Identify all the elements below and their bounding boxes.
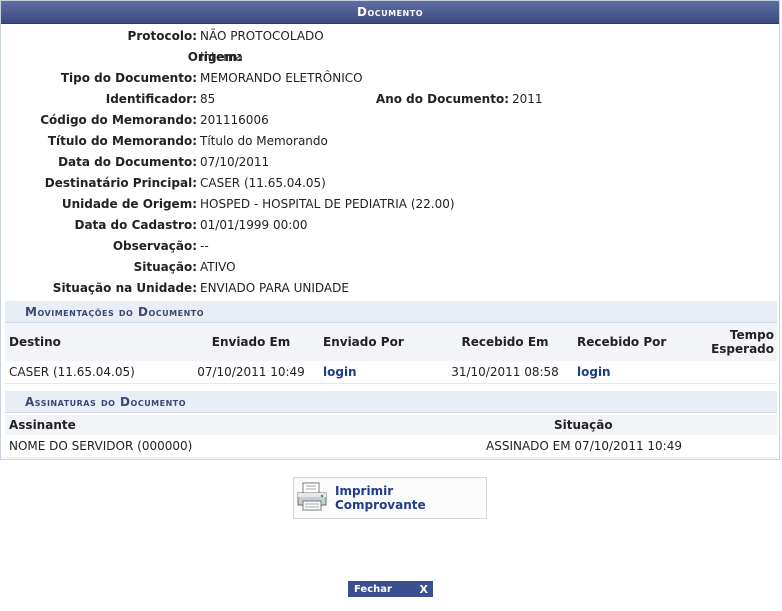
col-enviado-em: Enviado Em	[180, 323, 322, 361]
cell-situacao: ASSINADO EM 07/10/2011 10:49	[430, 435, 777, 458]
print-receipt-button[interactable]: Imprimir Comprovante	[293, 477, 487, 519]
close-icon: X	[419, 582, 428, 596]
enviado-por-link[interactable]: login	[323, 365, 357, 379]
protocolo-row: Protocolo:	[1, 26, 197, 47]
printer-icon	[295, 481, 329, 516]
titulo-value: Título do Memorando	[200, 134, 328, 148]
assinaturas-header-row: Assinante Situação	[5, 415, 777, 435]
tipo-label: Tipo do Documento:	[60, 71, 197, 85]
situacao-unidade-row: Situação na Unidade:	[1, 278, 197, 299]
col-recebido-em: Recebido Em	[434, 323, 576, 361]
data-cadastro-label: Data do Cadastro:	[74, 218, 197, 232]
observacao-row: Observação:	[1, 236, 197, 257]
table-row: NOME DO SERVIDOR (000000) ASSINADO EM 07…	[5, 435, 777, 458]
assinaturas-table: Assinante Situação NOME DO SERVIDOR (000…	[5, 415, 777, 458]
cell-recebido-por: login	[576, 361, 698, 384]
col-recebido-por: Recebido Por	[576, 323, 698, 361]
movimentacoes-table: Destino Enviado Em Enviado Por Recebido …	[5, 323, 777, 384]
tipo-row: Tipo do Documento:	[1, 68, 197, 89]
cell-assinante: NOME DO SERVIDOR (000000)	[5, 435, 430, 458]
situacao-unidade-label: Situação na Unidade:	[52, 281, 197, 295]
table-row: CASER (11.65.04.05) 07/10/2011 10:49 log…	[5, 361, 777, 384]
destinatario-value: CASER (11.65.04.05)	[200, 176, 326, 190]
data-doc-label: Data do Documento:	[58, 155, 197, 169]
movimentacoes-header-row: Destino Enviado Em Enviado Por Recebido …	[5, 323, 777, 361]
tipo-value: MEMORANDO ELETRÔNICO	[200, 71, 363, 85]
data-doc-row: Data do Documento:	[1, 152, 197, 173]
origem-value: Interna	[200, 50, 243, 64]
titulo-label: Título do Memorando:	[47, 134, 197, 148]
close-label: Fechar	[354, 583, 392, 595]
close-button[interactable]: Fechar X	[348, 581, 433, 597]
col-tempo-line2: Esperado	[711, 342, 774, 356]
situacao-label: Situação:	[133, 260, 197, 274]
observacao-value: --	[200, 239, 209, 253]
recebido-por-link[interactable]: login	[577, 365, 611, 379]
protocolo-label: Protocolo:	[127, 29, 197, 43]
assinaturas-section-title: Assinaturas do Documento	[5, 391, 777, 413]
data-doc-value: 07/10/2011	[200, 155, 270, 169]
cell-tempo	[698, 361, 777, 384]
destinatario-row: Destinatário Principal:	[1, 173, 197, 194]
situacao-value: ATIVO	[200, 260, 236, 274]
document-panel: Documento Protocolo: NÃO PROTOCOLADO Ori…	[0, 0, 780, 460]
col-enviado-por: Enviado Por	[322, 323, 434, 361]
codigo-row: Código do Memorando:	[1, 110, 197, 131]
situacao-unidade-value: ENVIADO PARA UNIDADE	[200, 281, 349, 295]
titulo-row: Título do Memorando:	[1, 131, 197, 152]
cell-enviado-em: 07/10/2011 10:49	[180, 361, 322, 384]
protocolo-value: NÃO PROTOCOLADO	[200, 29, 324, 43]
destinatario-label: Destinatário Principal:	[44, 176, 197, 190]
cell-destino: CASER (11.65.04.05)	[5, 361, 180, 384]
unidade-value: HOSPED - HOSPITAL DE PEDIATRIA (22.00)	[200, 197, 455, 211]
col-situacao: Situação	[430, 415, 777, 435]
unidade-label: Unidade de Origem:	[61, 197, 197, 211]
panel-title: Documento	[1, 1, 779, 24]
codigo-value: 201116006	[200, 113, 269, 127]
ano-value: 2011	[512, 92, 543, 106]
data-cadastro-row: Data do Cadastro:	[1, 215, 197, 236]
data-cadastro-value: 01/01/1999 00:00	[200, 218, 308, 232]
ano-row: Ano do Documento:	[1, 89, 509, 110]
ano-label: Ano do Documento:	[375, 92, 509, 106]
movimentacoes-section-title: Movimentações do Documento	[5, 301, 777, 323]
print-receipt-label: Imprimir Comprovante	[335, 484, 426, 512]
col-tempo-line1: Tempo	[729, 328, 774, 342]
observacao-label: Observação:	[112, 239, 197, 253]
document-info: Protocolo: NÃO PROTOCOLADO Origem: Inter…	[1, 24, 779, 302]
situacao-row: Situação:	[1, 257, 197, 278]
cell-enviado-por: login	[322, 361, 434, 384]
cell-recebido-em: 31/10/2011 08:58	[434, 361, 576, 384]
col-tempo-esperado: Tempo Esperado	[698, 323, 777, 361]
codigo-label: Código do Memorando:	[40, 113, 197, 127]
unidade-row: Unidade de Origem:	[1, 194, 197, 215]
col-assinante: Assinante	[5, 415, 430, 435]
col-destino: Destino	[5, 323, 180, 361]
